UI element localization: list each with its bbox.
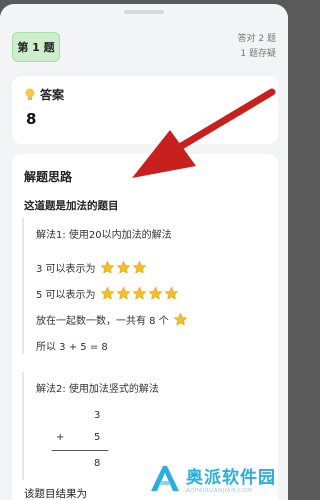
addend-bottom: 5 xyxy=(94,432,101,443)
answer-stats: 答对 2 题 1 题存疑 xyxy=(238,32,276,62)
star-icon xyxy=(116,286,130,299)
star-icon xyxy=(148,286,162,299)
watermark-url: AOPAIRUANJIAN.COM xyxy=(186,487,253,494)
method-1-line-2-text: 5 可以表示为 xyxy=(36,289,96,301)
answer-card: 答案 8 xyxy=(12,76,278,144)
method-1-block: 解法1: 使用20以内加法的解法 3 可以表示为 5 可以表示为 放在一起数一数… xyxy=(22,218,270,354)
method-1-line-2: 5 可以表示为 xyxy=(36,283,270,303)
sum-line xyxy=(52,450,108,451)
star-group-1 xyxy=(100,260,147,275)
answer-title: 答案 xyxy=(40,88,65,102)
solution-title: 解题思路 xyxy=(24,170,73,184)
method-1-title: 解法1: 使用20以内加法的解法 xyxy=(36,230,172,241)
method-1-line-4-text: 所以 3 + 5 = 8 xyxy=(36,341,108,353)
method-1-line-1-text: 3 可以表示为 xyxy=(36,263,96,275)
lightbulb-icon xyxy=(25,88,35,100)
star-icon xyxy=(132,286,146,299)
star-group-3 xyxy=(173,312,188,327)
site-watermark: 奥派软件园 AOPAIRUANJIAN.COM xyxy=(148,456,288,500)
star-group-2 xyxy=(100,286,179,301)
watermark-logo-icon xyxy=(151,466,179,491)
question-tab-label: 第 1 题 xyxy=(17,41,55,54)
star-icon xyxy=(173,312,187,325)
conclusion-text: 该题目结果为 xyxy=(24,488,87,500)
star-icon xyxy=(132,260,146,273)
method-1-line-1: 3 可以表示为 xyxy=(36,257,270,277)
method-2-title: 解法2: 使用加法竖式的解法 xyxy=(36,384,159,395)
method-1-line-3-text: 放在一起数一数，一共有 8 个 xyxy=(36,315,169,327)
plus-sign: + xyxy=(56,432,65,443)
star-icon xyxy=(100,260,114,273)
star-icon xyxy=(100,286,114,299)
question-tab[interactable]: 第 1 题 xyxy=(12,32,60,62)
solution-card: 解题思路 这道题是加法的题目 解法1: 使用20以内加法的解法 3 可以表示为 … xyxy=(12,154,278,500)
star-icon xyxy=(164,286,178,299)
method-1-line-3: 放在一起数一数，一共有 8 个 xyxy=(36,309,270,329)
doubt-count: 1 题存疑 xyxy=(240,49,276,59)
correct-count: 答对 2 题 xyxy=(237,34,276,44)
sum-result: 8 xyxy=(94,458,101,469)
bottom-sheet: 第 1 题 答对 2 题 1 题存疑 答案 8 解题思路 这道题是加法的题目 解… xyxy=(0,4,288,500)
watermark-text: 奥派软件园 AOPAIRUANJIAN.COM xyxy=(186,463,276,494)
answer-header: 答案 xyxy=(24,86,64,103)
addend-top: 3 xyxy=(94,410,101,421)
answer-value: 8 xyxy=(26,110,37,128)
star-icon xyxy=(116,260,130,273)
drag-handle[interactable] xyxy=(124,10,164,14)
watermark-name: 奥派软件园 xyxy=(186,467,276,488)
solution-subtitle: 这道题是加法的题目 xyxy=(24,200,119,212)
method-1-line-4: 所以 3 + 5 = 8 xyxy=(36,335,270,355)
